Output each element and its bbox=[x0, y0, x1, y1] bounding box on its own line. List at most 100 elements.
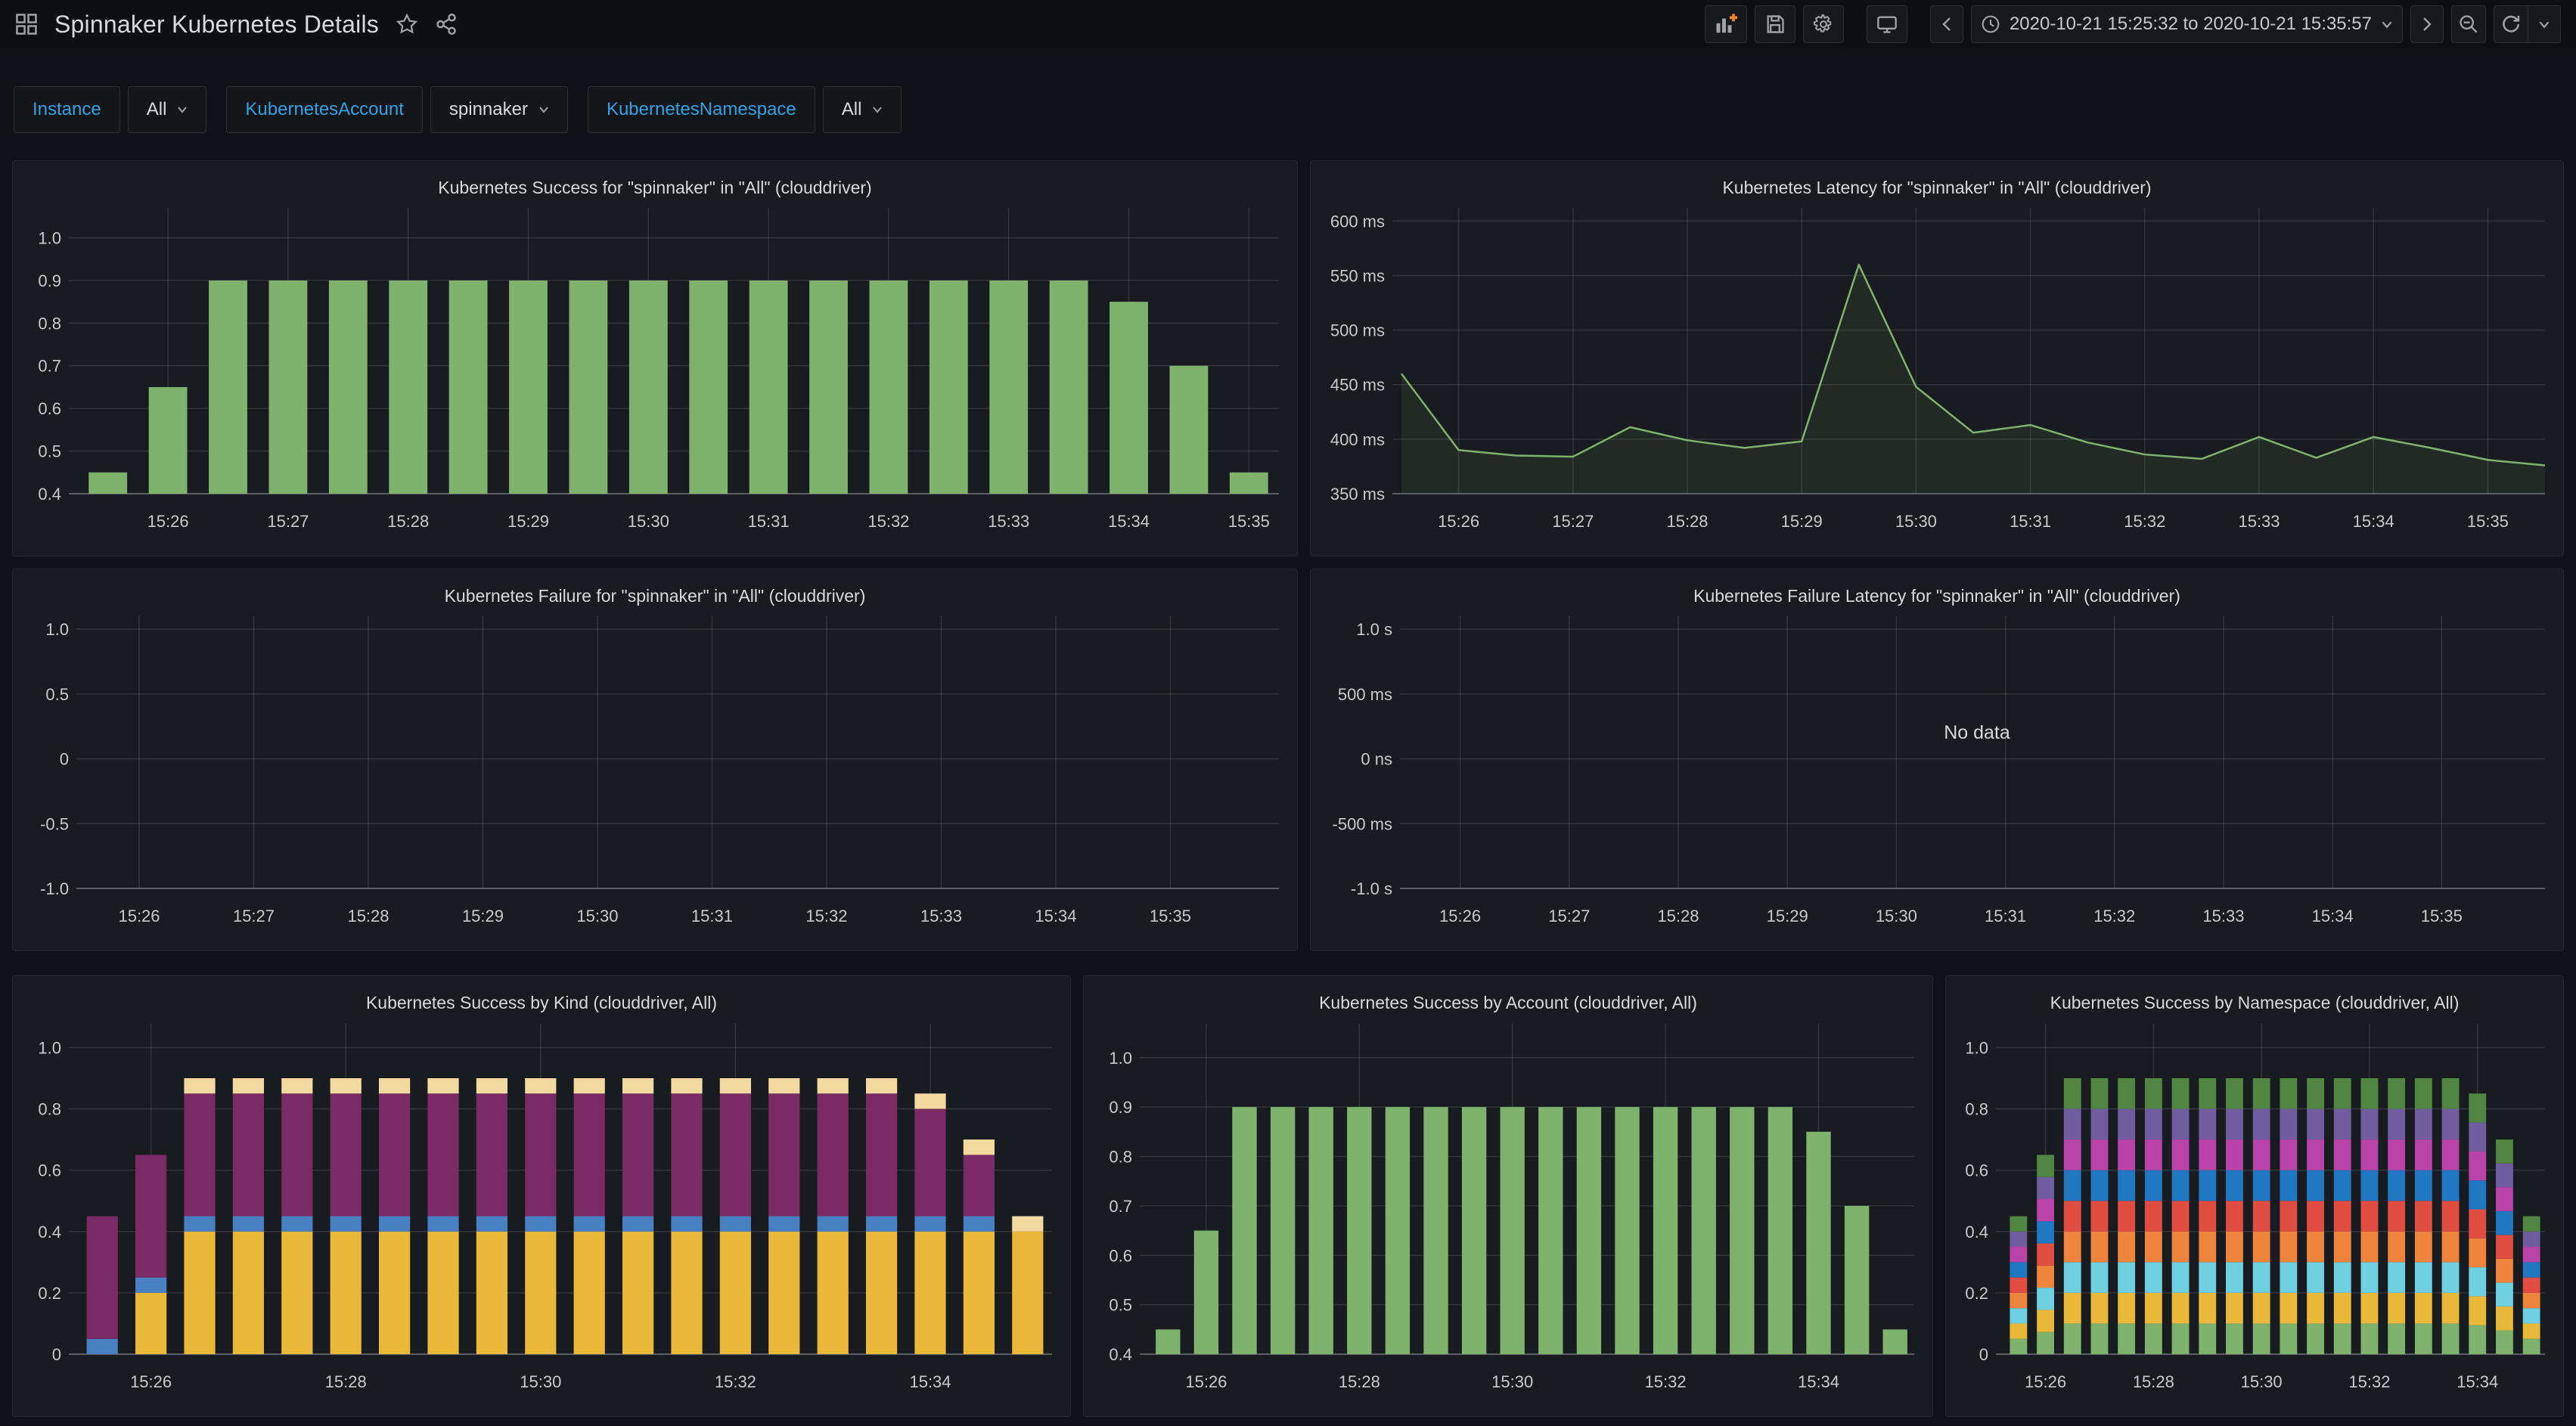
dashboard-settings-button[interactable] bbox=[1803, 5, 1844, 43]
save-dashboard-button[interactable] bbox=[1755, 5, 1795, 43]
svg-text:0.9: 0.9 bbox=[1109, 1098, 1132, 1117]
namespace-series-0 bbox=[2334, 1323, 2351, 1354]
kind-series-cream bbox=[525, 1078, 556, 1093]
kind-series-yellow bbox=[818, 1232, 849, 1354]
svg-text:15:31: 15:31 bbox=[748, 512, 790, 531]
kind-series-yellow bbox=[1012, 1232, 1043, 1354]
namespace-series-1 bbox=[2037, 1310, 2054, 1331]
namespace-series-6 bbox=[2010, 1247, 2027, 1262]
variable-kubernetes-account-value[interactable]: spinnaker bbox=[430, 86, 568, 133]
kind-series-yellow bbox=[622, 1232, 653, 1354]
namespace-series-8 bbox=[2280, 1078, 2297, 1109]
svg-text:15:27: 15:27 bbox=[1548, 907, 1590, 925]
namespace-series-5 bbox=[2145, 1170, 2162, 1201]
svg-text:15:26: 15:26 bbox=[1438, 512, 1479, 531]
namespace-series-3 bbox=[2091, 1232, 2109, 1263]
namespace-series-4 bbox=[2010, 1278, 2027, 1293]
bar bbox=[1347, 1107, 1371, 1354]
namespace-series-6 bbox=[2469, 1152, 2486, 1180]
kind-series-yellow bbox=[671, 1232, 702, 1354]
namespace-series-6 bbox=[2199, 1139, 2216, 1170]
namespace-series-8 bbox=[2388, 1078, 2405, 1109]
namespace-series-6 bbox=[2118, 1139, 2135, 1170]
namespace-series-3 bbox=[2496, 1259, 2513, 1283]
add-panel-button[interactable] bbox=[1705, 5, 1747, 43]
svg-text:-1.0: -1.0 bbox=[40, 879, 69, 898]
time-range-picker[interactable]: 2020-10-21 15:25:32 to 2020-10-21 15:35:… bbox=[1971, 5, 2403, 43]
bar bbox=[1462, 1107, 1486, 1354]
kind-series-cream bbox=[184, 1078, 215, 1093]
kind-series-blue bbox=[622, 1217, 653, 1232]
variable-kubernetes-namespace-label[interactable]: KubernetesNamespace bbox=[588, 86, 815, 133]
dashboard-grid-icon[interactable] bbox=[15, 13, 38, 36]
kind-series-blue bbox=[671, 1217, 702, 1232]
svg-text:15:32: 15:32 bbox=[1645, 1372, 1687, 1391]
svg-text:15:28: 15:28 bbox=[347, 907, 389, 925]
bar bbox=[1692, 1107, 1716, 1354]
namespace-series-5 bbox=[2469, 1180, 2486, 1209]
variable-kubernetes-account-label[interactable]: KubernetesAccount bbox=[226, 86, 422, 133]
dashboard-title[interactable]: Spinnaker Kubernetes Details bbox=[54, 11, 379, 39]
namespace-series-1 bbox=[2361, 1293, 2379, 1324]
namespace-series-2 bbox=[2010, 1308, 2027, 1323]
svg-text:15:34: 15:34 bbox=[1108, 512, 1150, 531]
svg-text:15:26: 15:26 bbox=[1185, 1372, 1227, 1391]
svg-text:15:30: 15:30 bbox=[520, 1372, 561, 1391]
bar bbox=[689, 281, 728, 494]
svg-text:-1.0 s: -1.0 s bbox=[1351, 879, 1392, 898]
refresh-interval-button[interactable] bbox=[2528, 5, 2561, 43]
kind-series-cream bbox=[281, 1078, 312, 1093]
svg-text:15:31: 15:31 bbox=[2010, 512, 2051, 531]
namespace-series-2 bbox=[2334, 1262, 2351, 1293]
svg-text:15:32: 15:32 bbox=[715, 1372, 756, 1391]
success-by-namespace-chart: 1.00.80.60.40.2015:2615:2815:3015:3215:3… bbox=[1946, 976, 2563, 1416]
namespace-series-7 bbox=[2307, 1109, 2324, 1140]
refresh-button[interactable] bbox=[2494, 5, 2528, 43]
zoom-out-button[interactable] bbox=[2451, 5, 2486, 43]
variable-kubernetes-namespace-value[interactable]: All bbox=[823, 86, 902, 133]
variables-row: Instance All KubernetesAccount spinnaker… bbox=[0, 83, 2576, 136]
kind-series-yellow bbox=[866, 1232, 897, 1354]
kind-series-purple bbox=[671, 1093, 702, 1216]
kind-series-purple bbox=[184, 1093, 215, 1216]
namespace-series-0 bbox=[2172, 1323, 2190, 1354]
svg-text:15:35: 15:35 bbox=[1150, 907, 1191, 925]
namespace-series-1 bbox=[2469, 1296, 2486, 1325]
svg-text:15:28: 15:28 bbox=[387, 512, 429, 531]
namespace-series-6 bbox=[2415, 1139, 2432, 1170]
namespace-series-1 bbox=[2145, 1293, 2162, 1324]
svg-text:15:28: 15:28 bbox=[1339, 1372, 1380, 1391]
bar bbox=[1050, 281, 1088, 494]
svg-text:350 ms: 350 ms bbox=[1330, 485, 1385, 504]
namespace-series-3 bbox=[2118, 1232, 2135, 1263]
variable-instance-label[interactable]: Instance bbox=[14, 86, 120, 133]
kind-series-purple bbox=[135, 1155, 166, 1277]
bar bbox=[930, 281, 968, 494]
namespace-series-8 bbox=[2010, 1217, 2027, 1232]
namespace-series-6 bbox=[2145, 1139, 2162, 1170]
svg-text:15:26: 15:26 bbox=[147, 512, 189, 531]
namespace-series-8 bbox=[2145, 1078, 2162, 1109]
namespace-series-0 bbox=[2280, 1323, 2297, 1354]
namespace-series-6 bbox=[2496, 1187, 2513, 1211]
time-forward-button[interactable] bbox=[2410, 5, 2444, 43]
kind-series-yellow bbox=[427, 1232, 458, 1354]
svg-text:15:31: 15:31 bbox=[691, 907, 733, 925]
star-icon[interactable] bbox=[396, 13, 418, 36]
namespace-series-0 bbox=[2523, 1339, 2540, 1354]
namespace-series-7 bbox=[2361, 1109, 2379, 1140]
svg-text:15:34: 15:34 bbox=[2312, 907, 2354, 925]
svg-text:15:28: 15:28 bbox=[1657, 907, 1699, 925]
share-icon[interactable] bbox=[435, 13, 458, 36]
time-back-button[interactable] bbox=[1930, 5, 1963, 43]
bar bbox=[268, 281, 307, 494]
variable-instance-value[interactable]: All bbox=[128, 86, 207, 133]
cycle-view-button[interactable] bbox=[1867, 5, 1907, 43]
kind-series-blue bbox=[87, 1339, 118, 1354]
svg-text:15:26: 15:26 bbox=[2025, 1372, 2066, 1391]
namespace-series-1 bbox=[2280, 1293, 2297, 1324]
namespace-series-6 bbox=[2388, 1139, 2405, 1170]
namespace-series-3 bbox=[2037, 1266, 2054, 1288]
kind-series-yellow bbox=[233, 1232, 264, 1354]
kind-series-cream bbox=[720, 1078, 751, 1093]
